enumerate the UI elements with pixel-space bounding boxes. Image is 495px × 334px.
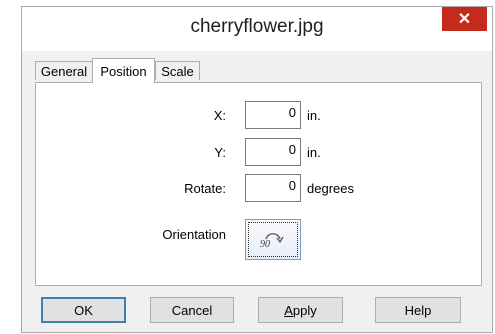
ok-button[interactable]: OK [41, 297, 126, 323]
x-unit: in. [307, 108, 321, 123]
y-label: Y: [214, 145, 226, 160]
tab-position[interactable]: Position [92, 58, 155, 83]
x-field[interactable]: 0 [245, 101, 301, 129]
help-button[interactable]: Help [375, 297, 461, 323]
apply-label-rest: pply [292, 302, 317, 318]
orientation-button[interactable]: 90 [245, 219, 301, 260]
rotate-label: Rotate: [184, 181, 226, 196]
focus-rect: 90 [248, 222, 298, 257]
tab-scale[interactable]: Scale [155, 61, 200, 80]
cancel-button[interactable]: Cancel [150, 297, 234, 323]
window-title: cherryflower.jpg [190, 16, 324, 37]
dialog-window: cherryflower.jpg ✕ General Position Scal… [21, 6, 493, 333]
rotate-field[interactable]: 0 [245, 174, 301, 202]
rotate-unit: degrees [307, 181, 354, 196]
apply-button[interactable]: Apply [258, 297, 343, 323]
title-bar[interactable]: cherryflower.jpg ✕ [22, 7, 492, 51]
close-icon: ✕ [457, 11, 472, 28]
close-button[interactable]: ✕ [442, 7, 487, 31]
y-field[interactable]: 0 [245, 138, 301, 166]
y-unit: in. [307, 145, 321, 160]
rotate-90-text: 90 [260, 239, 270, 250]
tab-general[interactable]: General [35, 61, 93, 80]
rotate-90-icon: 90 [260, 232, 284, 250]
apply-mnemonic: A [284, 302, 293, 318]
orientation-label: Orientation [162, 227, 226, 242]
position-panel: X: 0 in. Y: 0 in. Rotate: 0 degrees Orie… [35, 82, 482, 286]
x-label: X: [213, 108, 226, 123]
